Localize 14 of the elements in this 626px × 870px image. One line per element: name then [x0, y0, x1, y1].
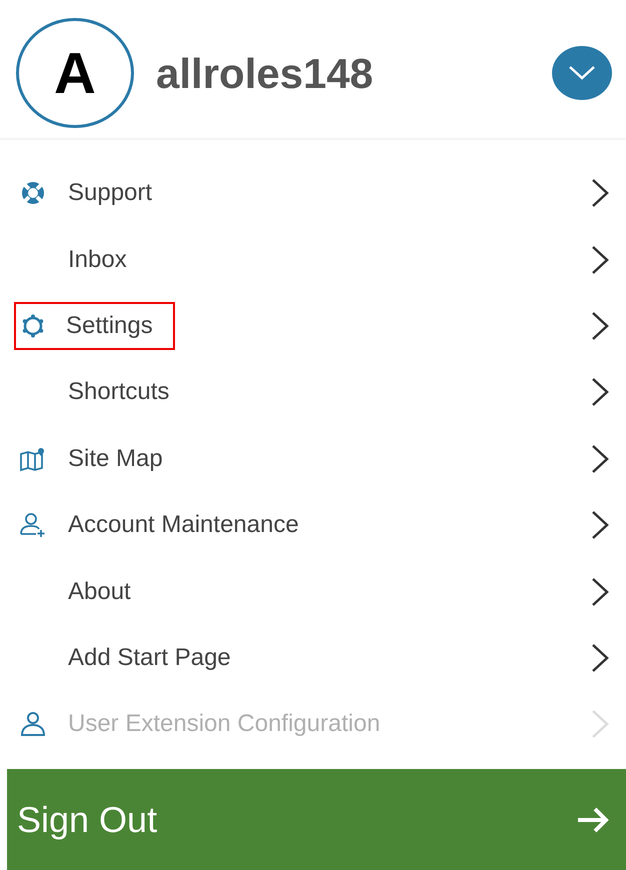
- menu-item[interactable]: Inbox: [66, 236, 129, 284]
- menu-item[interactable]: Shortcuts: [66, 368, 172, 416]
- arrow-icon: [576, 806, 610, 834]
- user-icon: [18, 711, 48, 738]
- menu-item[interactable]: Add Start Page: [66, 634, 233, 682]
- avatar: A: [16, 18, 134, 128]
- menu-item[interactable]: Settings: [14, 302, 175, 350]
- chevron-down-icon: [567, 64, 597, 82]
- menu-item[interactable]: Support: [66, 169, 154, 218]
- menu-item[interactable]: About: [66, 568, 133, 616]
- sign-out-button[interactable]: Sign Out: [7, 768, 626, 870]
- user-name: allroles148: [156, 48, 374, 98]
- menu-item[interactable]: Account Maintenance: [66, 501, 301, 550]
- menu-item[interactable]: Site Map: [66, 434, 165, 483]
